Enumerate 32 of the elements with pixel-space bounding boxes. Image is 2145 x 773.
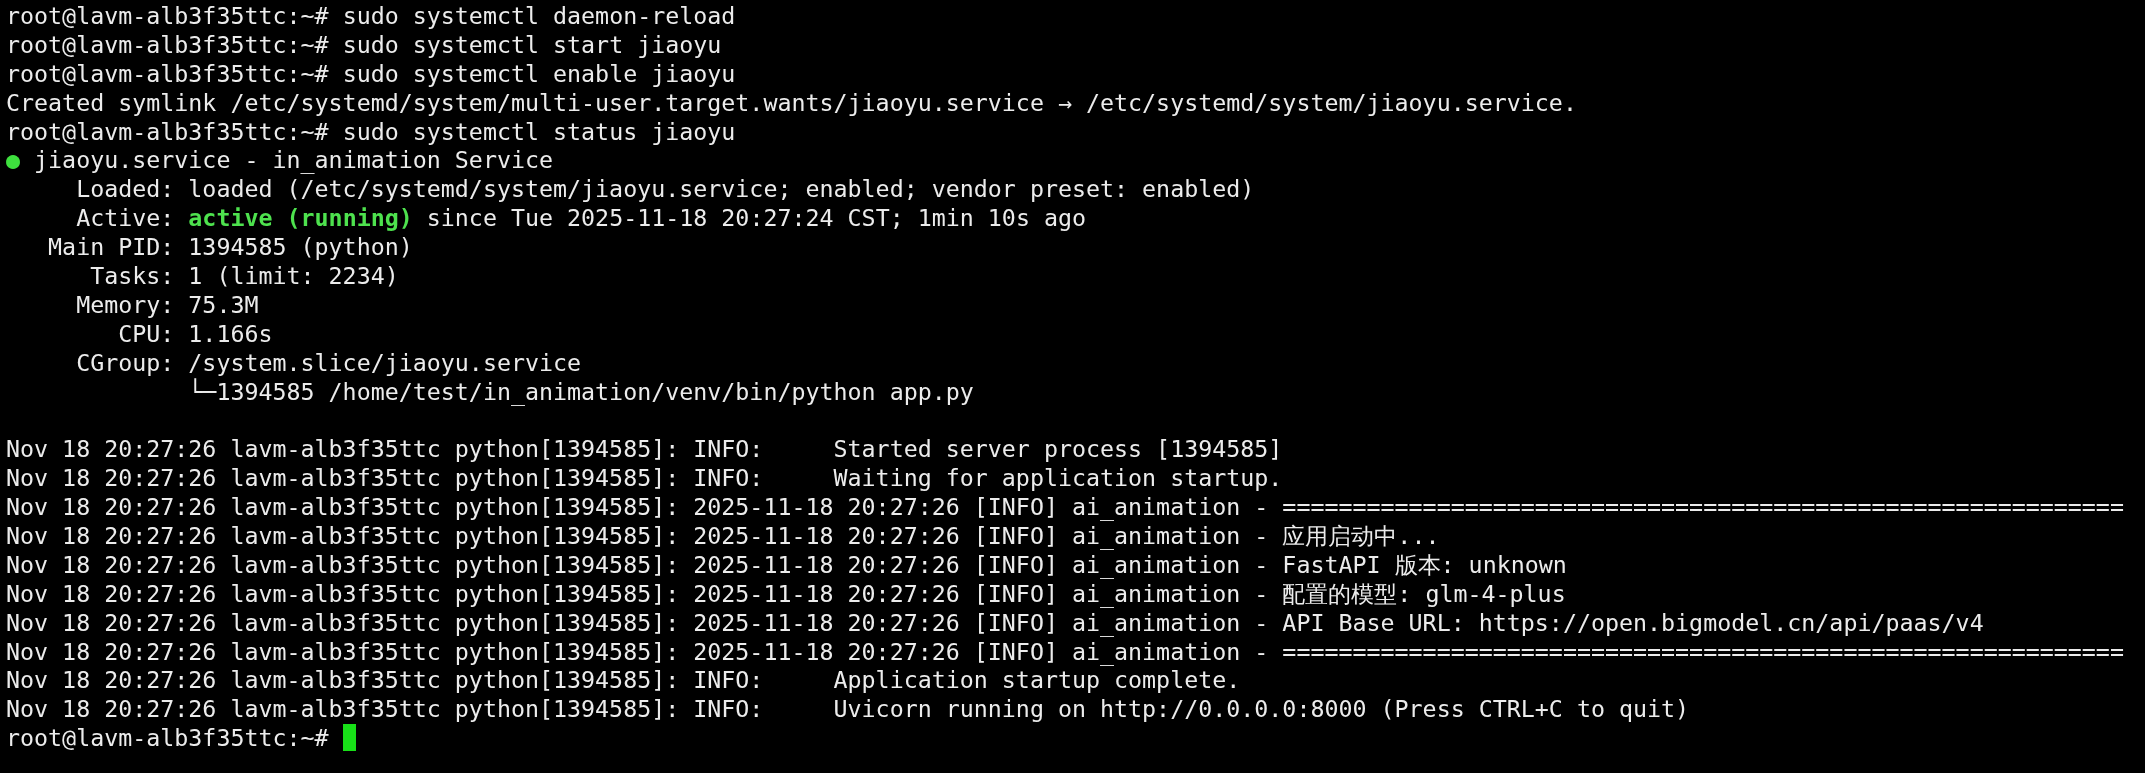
output-line: Nov 18 20:27:26 lavm-alb3f35ttc python[1394585]: 2025-11-18 20:27:26 [INFO] ai_animation - 应用启动中... [6,522,1441,551]
output-line: Loaded: loaded (/etc/systemd/system/jiaoyu.service; enabled; vendor preset: enabled) [75,175,1256,205]
output-line: Main PID: 1394585 (python) [47,233,414,262]
output-line: Nov 18 20:27:26 lavm-alb3f35ttc python[1394585]: INFO: Waiting for application startup. [6,464,1284,494]
output-line: Nov 18 20:27:26 lavm-alb3f35ttc python[1394585]: INFO: Application startup complete. [6,666,1242,696]
output-line: Nov 18 20:27:26 lavm-alb3f35ttc python[1394585]: INFO: Started server process [1394585] [6,435,1284,465]
output-line: Nov 18 20:27:26 lavm-alb3f35ttc python[1394585]: 2025-11-18 20:27:26 [INFO] ai_animation - API Base URL: https://open.bigmodel.cn/api/paas/v4 [6,608,1985,638]
output-line: CGroup: /system.slice/jiaoyu.service [75,348,583,378]
status-detail: since Tue 2025-11-18 20:27:24 CST; 1min 10s ago [426,204,1086,232]
output-line: Nov 18 20:27:26 lavm-alb3f35ttc python[1394585]: 2025-11-18 20:27:26 [INFO] ai_animation - ============================================================ [6,493,2125,523]
output-line: Memory: 75.3M [75,290,260,320]
output-line: Nov 18 20:27:26 lavm-alb3f35ttc python[1394585]: 2025-11-18 20:27:26 [INFO] ai_animation - 配置的模型: glm-4-plus [6,579,1567,609]
field-label: Active: [75,204,175,232]
prompt: root@lavm-alb3f35ttc:~# [6,2,329,29]
status-dot-icon: ● [6,146,21,174]
output-line: Created symlink /etc/systemd/system/multi-user.target.wants/jiaoyu.service → /etc/systemd/system/jiaoyu.service. [6,88,1578,118]
prompt: root@lavm-alb3f35ttc:~# [6,724,329,752]
output-line: Nov 18 20:27:26 lavm-alb3f35ttc python[1394585]: 2025-11-18 20:27:26 [INFO] ai_animation - ============================================================ [6,637,2125,667]
output-line: └─1394585 /home/test/in_animation/venv/bin/python app.py [187,377,975,407]
output-line: CPU: 1.166s [117,319,274,349]
prompt: root@lavm-alb3f35ttc:~# [6,59,329,87]
output-line: Nov 18 20:27:26 lavm-alb3f35ttc python[1394585]: 2025-11-18 20:27:26 [INFO] ai_animation - FastAPI 版本: unknown [6,550,1568,580]
output-line: Tasks: 1 (limit: 2234) [89,262,400,291]
command-text: sudo systemctl status jiaoyu [342,117,736,145]
output-line: Nov 18 20:27:26 lavm-alb3f35ttc python[1394585]: INFO: Uvicorn running on http://0.0.0.0:8000 (Press CTRL+C to quit) [6,695,1691,725]
command-text: sudo systemctl start jiaoyu [342,30,722,58]
service-title: jiaoyu.service - in_animation Service [34,146,554,174]
command-text: sudo systemctl enable jiaoyu [342,59,736,87]
prompt: root@lavm-alb3f35ttc:~# [6,117,329,145]
status-value: active (running) [188,204,413,232]
prompt: root@lavm-alb3f35ttc:~# [6,30,329,58]
command-text: sudo systemctl daemon-reload [342,2,736,29]
